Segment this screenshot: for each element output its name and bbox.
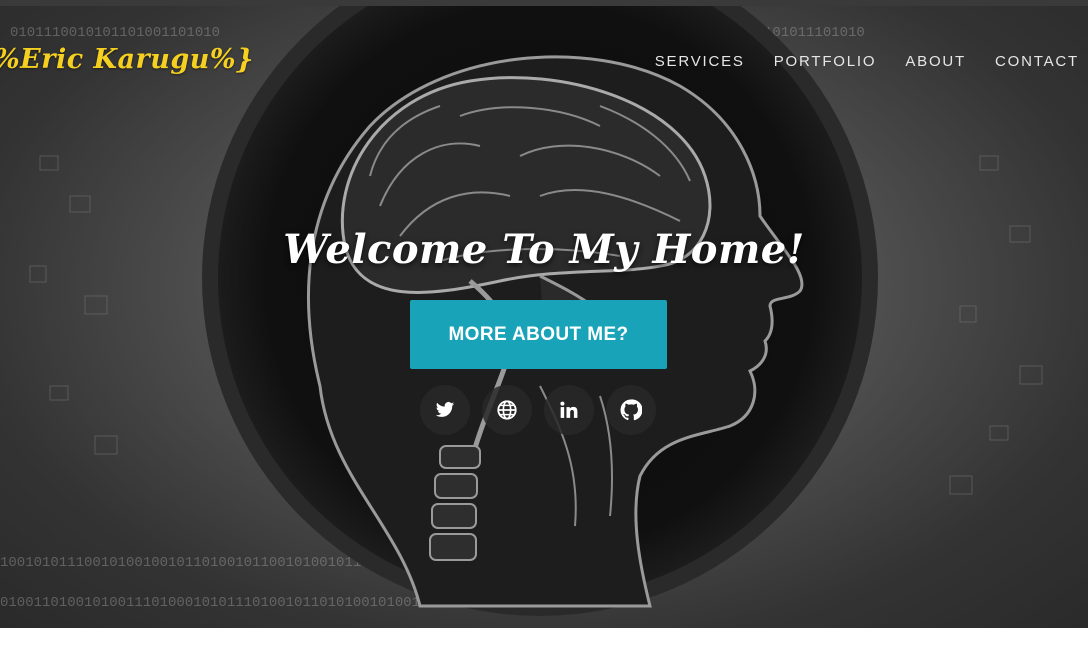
- linkedin-link[interactable]: [544, 385, 594, 435]
- globe-icon: [497, 400, 517, 420]
- github-icon: [620, 399, 642, 421]
- nav-item-portfolio[interactable]: PORTFOLIO: [774, 53, 877, 70]
- nav-item-services[interactable]: SERVICES: [655, 53, 745, 70]
- twitter-icon: [435, 402, 455, 417]
- page-bottom: [0, 628, 1088, 645]
- linkedin-icon: [560, 401, 578, 418]
- hero-section: 0101110010101101001101010 01101010011010…: [0, 6, 1088, 628]
- twitter-link[interactable]: [420, 385, 470, 435]
- nav-item-about[interactable]: ABOUT: [905, 53, 966, 70]
- brand-logo[interactable]: %Eric Karugu%}: [0, 44, 254, 75]
- social-links: [420, 385, 656, 435]
- nav-item-contact[interactable]: CONTACT: [995, 53, 1079, 70]
- hero-headline: Welcome To My Home!: [283, 226, 805, 273]
- main-nav: SERVICES PORTFOLIO ABOUT CONTACT: [655, 53, 1079, 70]
- svg-text:0101110010101101001101010: 0101110010101101001101010: [10, 25, 220, 41]
- website-link[interactable]: [482, 385, 532, 435]
- github-link[interactable]: [606, 385, 656, 435]
- more-about-me-button[interactable]: MORE ABOUT ME?: [410, 300, 667, 369]
